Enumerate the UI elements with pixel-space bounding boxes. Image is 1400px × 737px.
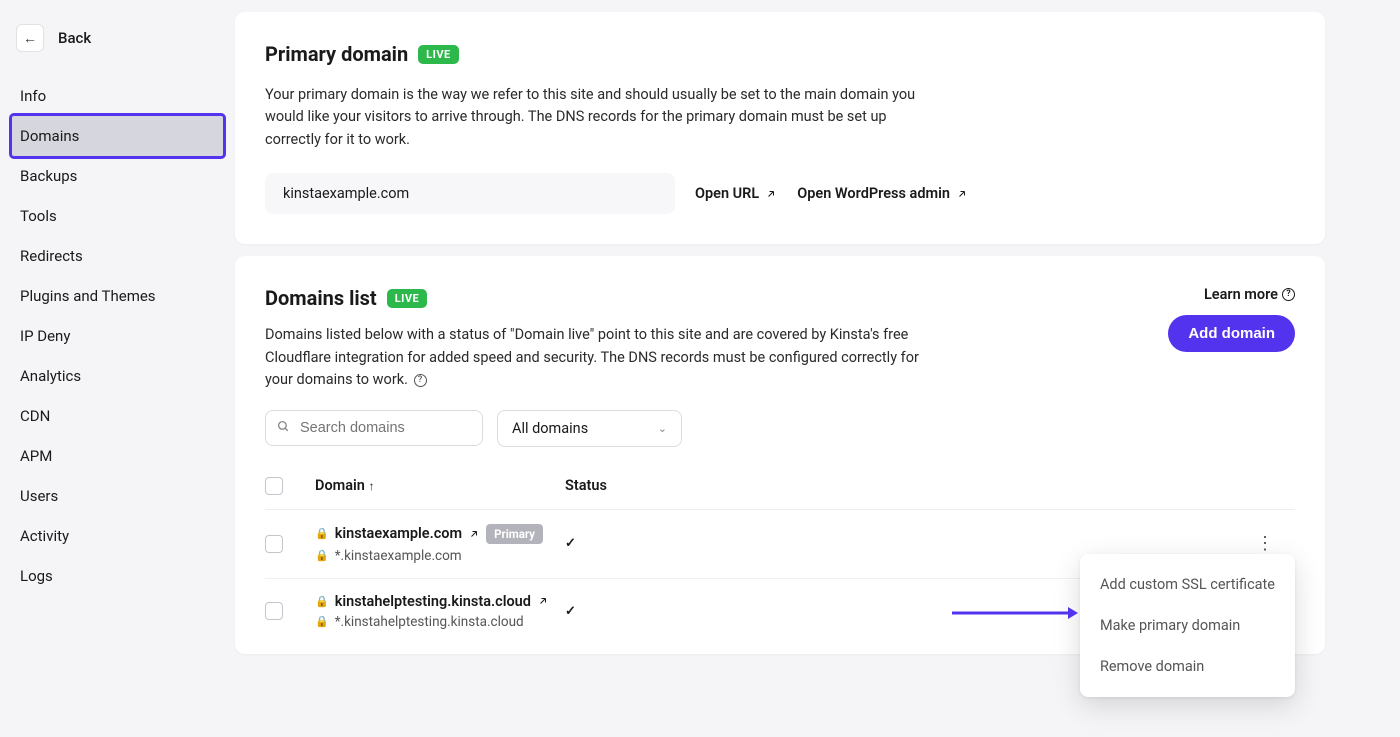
sidebar-item-redirects[interactable]: Redirects: [12, 236, 223, 276]
domains-table: Domain ↑ Status 🔒 kinstaexample.com: [265, 469, 1295, 644]
open-url-label: Open URL: [695, 185, 759, 202]
sidebar-item-activity[interactable]: Activity: [12, 516, 223, 556]
sidebar-item-backups[interactable]: Backups: [12, 156, 223, 196]
callout-arrow-icon: [950, 604, 1078, 625]
lock-icon: 🔒: [315, 527, 329, 540]
row-checkbox[interactable]: [265, 535, 283, 553]
domains-list-desc-text: Domains listed below with a status of "D…: [265, 326, 919, 388]
open-url-link[interactable]: Open URL: [695, 185, 777, 202]
primary-domain-title: Primary domain: [265, 42, 408, 66]
arrow-left-icon: ←: [23, 30, 37, 47]
primary-domain-desc: Your primary domain is the way we refer …: [265, 84, 935, 151]
select-all-checkbox[interactable]: [265, 477, 283, 495]
sidebar-item-cdn[interactable]: CDN: [12, 396, 223, 436]
domains-list-desc: Domains listed below with a status of "D…: [265, 324, 935, 391]
table-header: Domain ↑ Status: [265, 469, 1295, 510]
primary-badge: Primary: [486, 524, 543, 544]
domain-name[interactable]: kinstahelptesting.kinsta.cloud: [335, 593, 531, 610]
external-link-icon: [956, 188, 968, 200]
external-link-icon[interactable]: [537, 595, 549, 607]
external-link-icon[interactable]: [468, 528, 480, 540]
sidebar: ← Back Info Domains Backups Tools Redire…: [0, 0, 235, 737]
info-icon[interactable]: ?: [414, 374, 427, 387]
back-label: Back: [58, 29, 91, 47]
lock-icon: 🔒: [315, 549, 329, 562]
menu-add-ssl[interactable]: Add custom SSL certificate: [1080, 564, 1295, 605]
filter-label: All domains: [512, 420, 588, 437]
open-wp-admin-link[interactable]: Open WordPress admin: [797, 185, 968, 202]
sidebar-item-users[interactable]: Users: [12, 476, 223, 516]
live-badge: LIVE: [418, 45, 459, 64]
external-link-icon: [765, 188, 777, 200]
lock-icon: 🔒: [315, 595, 329, 608]
table-row: 🔒 kinstaexample.com Primary 🔒 *.kinstaex…: [265, 510, 1295, 579]
info-icon: ?: [1282, 288, 1295, 301]
wildcard-domain: *.kinstaexample.com: [335, 548, 462, 564]
primary-domain-value: kinstaexample.com: [265, 173, 675, 214]
search-domains-wrap: [265, 410, 483, 447]
primary-domain-panel: Primary domain LIVE Your primary domain …: [235, 12, 1325, 244]
col-domain-label: Domain: [315, 477, 365, 494]
menu-make-primary[interactable]: Make primary domain: [1080, 605, 1295, 646]
sidebar-item-analytics[interactable]: Analytics: [12, 356, 223, 396]
domain-cell: 🔒 kinstaexample.com Primary 🔒 *.kinstaex…: [315, 524, 565, 564]
sidebar-nav: Info Domains Backups Tools Redirects Plu…: [12, 76, 223, 596]
main: Primary domain LIVE Your primary domain …: [235, 0, 1400, 737]
row-actions-button[interactable]: ⋮ Add custom SSL certificate Make primar…: [1235, 533, 1295, 554]
filter-dropdown[interactable]: All domains ⌄: [497, 410, 682, 447]
search-input[interactable]: [265, 410, 483, 446]
sidebar-item-ip-deny[interactable]: IP Deny: [12, 316, 223, 356]
chevron-down-icon: ⌄: [658, 422, 667, 435]
sidebar-item-logs[interactable]: Logs: [12, 556, 223, 596]
open-wp-admin-label: Open WordPress admin: [797, 185, 950, 202]
sidebar-item-domains[interactable]: Domains: [12, 116, 223, 156]
back-button[interactable]: ←: [16, 24, 44, 52]
learn-more-link[interactable]: Learn more ?: [1204, 286, 1295, 303]
domain-name[interactable]: kinstaexample.com: [335, 525, 462, 542]
lock-icon: 🔒: [315, 615, 329, 628]
sidebar-item-tools[interactable]: Tools: [12, 196, 223, 236]
sidebar-item-plugins-themes[interactable]: Plugins and Themes: [12, 276, 223, 316]
row-checkbox[interactable]: [265, 602, 283, 620]
live-badge: LIVE: [387, 289, 428, 308]
sort-asc-icon: ↑: [369, 479, 375, 493]
domain-cell: 🔒 kinstahelptesting.kinsta.cloud 🔒 *.kin…: [315, 593, 565, 630]
menu-remove-domain[interactable]: Remove domain: [1080, 646, 1295, 687]
learn-more-label: Learn more: [1204, 286, 1278, 303]
sidebar-item-apm[interactable]: APM: [12, 436, 223, 476]
domains-list-title: Domains list: [265, 286, 377, 310]
domains-list-panel: Domains list LIVE Domains listed below w…: [235, 256, 1325, 653]
back-row: ← Back: [12, 12, 223, 76]
status-ok-icon: ✓: [565, 536, 1235, 551]
add-domain-button[interactable]: Add domain: [1168, 315, 1295, 352]
wildcard-domain: *.kinstahelptesting.kinsta.cloud: [335, 614, 524, 630]
col-status[interactable]: Status: [565, 477, 1235, 495]
col-domain[interactable]: Domain ↑: [315, 477, 565, 495]
row-actions-menu: Add custom SSL certificate Make primary …: [1080, 554, 1295, 697]
sidebar-item-info[interactable]: Info: [12, 76, 223, 116]
search-icon: [277, 420, 290, 436]
